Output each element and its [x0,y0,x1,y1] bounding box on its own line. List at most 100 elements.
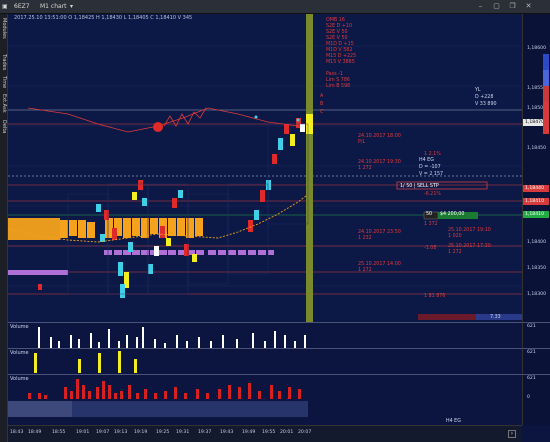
panel-axis: 621 [522,322,550,348]
sell-stop-label[interactable]: 1/ 50 | SELL STP [400,184,439,189]
time-label: 18:43 [10,430,24,435]
stat-line: M15 V 3885 [326,60,355,65]
volume-panel-delta[interactable]: Volume H4 EG [8,374,522,425]
footprint-cells [38,118,305,298]
marker-dot [254,115,258,119]
stat-line: OMB 16 [326,18,345,23]
time-label: 19:07 [96,430,110,435]
level-date: 24.10.2017 19:30 [358,160,401,165]
ma-line [27,107,299,133]
sidebar-item-modules[interactable]: Modules [1,18,7,39]
restore-button[interactable]: ❐ [508,2,517,11]
panel-axis-max: 621 [527,376,536,381]
time-axis[interactable]: 18:43 18:49 18:55 19:01 19:07 19:13 19:1… [8,425,522,442]
session-block [8,401,72,417]
volume-panel-white[interactable]: Volume [8,322,522,348]
time-label: 19:31 [176,430,190,435]
stat-line: Lim B 598 [326,84,351,89]
time-label: 20:01 [280,430,294,435]
price-chart[interactable] [8,14,522,322]
yl-label: YL [475,88,481,93]
h4-bottom-label: H4 EG [446,419,461,424]
left-mark: -6.21% [424,192,441,197]
chart-canvas[interactable] [8,14,522,322]
level-sub: 1 020 [448,234,462,239]
price-axis[interactable]: 1,18600 1,18550 1,18500 1,18450 1,18400 … [522,14,550,322]
order-price[interactable]: $4 200,00 [440,212,464,217]
session-highlight [306,14,313,322]
bottom-mark: 1 81 876 [424,294,446,299]
poc-band [8,250,274,275]
sidebar-item-delta[interactable]: Delta [1,120,7,133]
stat-line: M15 D +225 [326,54,357,59]
time-label: 18:49 [28,430,42,435]
left-mark: -1.08 [424,246,437,251]
panel-axis-max: 621 [527,324,536,329]
price-tag-sell: 1,18440 [523,185,549,192]
level-sub: 1 272 [358,166,372,171]
volume-panel-yellow[interactable]: Volume [8,348,522,374]
panel-axis-max: 621 [527,350,536,355]
time-label: 19:55 [262,430,276,435]
time-label: 20:07 [298,430,312,435]
stat-line: S2E V 50 [326,30,348,35]
volume-bars-delta [8,379,522,417]
time-label: 19:37 [198,430,212,435]
price-tick: 1,18300 [527,292,546,297]
minimize-button[interactable]: – [476,2,485,11]
level-sub: P/L [358,140,366,145]
sidebar-item-time[interactable]: Time [1,76,7,88]
indicator-sidebar: Modules Trades Time Ext.Ask Delta [0,14,8,442]
time-label: 19:01 [76,430,90,435]
volume-bars-yellow [34,351,137,373]
h4-volume: V = 2 157 [419,172,444,177]
app-icon[interactable]: ▣ [2,3,8,10]
order-qty[interactable]: 50 [426,212,432,217]
stat-line: Pass -1 [326,72,343,77]
title-bar: ▣ 6EZ7 M1 chart ▾ – ▢ ❐ ✕ [0,0,550,14]
time-label: 18:55 [52,430,66,435]
session-block [72,401,308,417]
close-button[interactable]: ✕ [524,2,533,11]
level-date: 25.10.2017 17:30 [448,244,491,249]
sidebar-item-trades[interactable]: Trades [1,54,7,70]
left-mark: 1 372 [424,222,438,227]
alert-dot[interactable] [153,122,163,132]
stat-line: S2E V 50 [326,36,348,41]
axis-box-value: 7.33 [490,315,501,320]
stat-line: Lim S 786 [326,78,350,83]
panel-axis: 621 [522,348,550,374]
time-label: 19:25 [156,430,170,435]
side-scale [543,54,549,134]
value-area-band [8,218,60,240]
time-label: 19:19 [134,430,148,435]
level-sub: 1 232 [358,236,372,241]
price-tick: 1,18450 [527,146,546,151]
value-area-blocks [60,218,203,238]
session-empty [308,401,522,417]
label-a: A [320,94,324,99]
volume-bars-white [38,327,306,348]
label-c: C [320,110,324,115]
level-date: 24.10.2017 18:00 [358,134,401,139]
h4-label: H4 EG [419,158,434,163]
marker-dot [296,118,300,122]
panel-axis-min: 0 [527,395,530,400]
price-tag-buy: 1,18410 [523,211,549,218]
sidebar-item-extask[interactable]: Ext.Ask [1,94,7,113]
symbol-label[interactable]: 6EZ7 [14,3,30,10]
h4-delta: D = -107 [419,165,441,170]
left-mark: 1 2.1% [424,152,441,157]
footprint-grid [67,123,309,295]
price-tag-level: 1,18410 [523,198,549,205]
panel-axis: 621 0 [522,374,550,425]
stat-line: M1D V 582 [326,48,353,53]
chevron-down-icon[interactable]: ▾ [70,3,73,10]
label-b: B [320,102,324,107]
stat-line: M1D D +15 [326,42,354,47]
yl-volume: V 33 890 [475,102,497,107]
maximize-button[interactable]: ▢ [492,2,501,11]
level-date: 25.10.2017 14:00 [358,262,401,267]
scroll-right-button[interactable]: › [508,430,516,438]
chart-tab[interactable]: M1 chart [40,3,67,10]
